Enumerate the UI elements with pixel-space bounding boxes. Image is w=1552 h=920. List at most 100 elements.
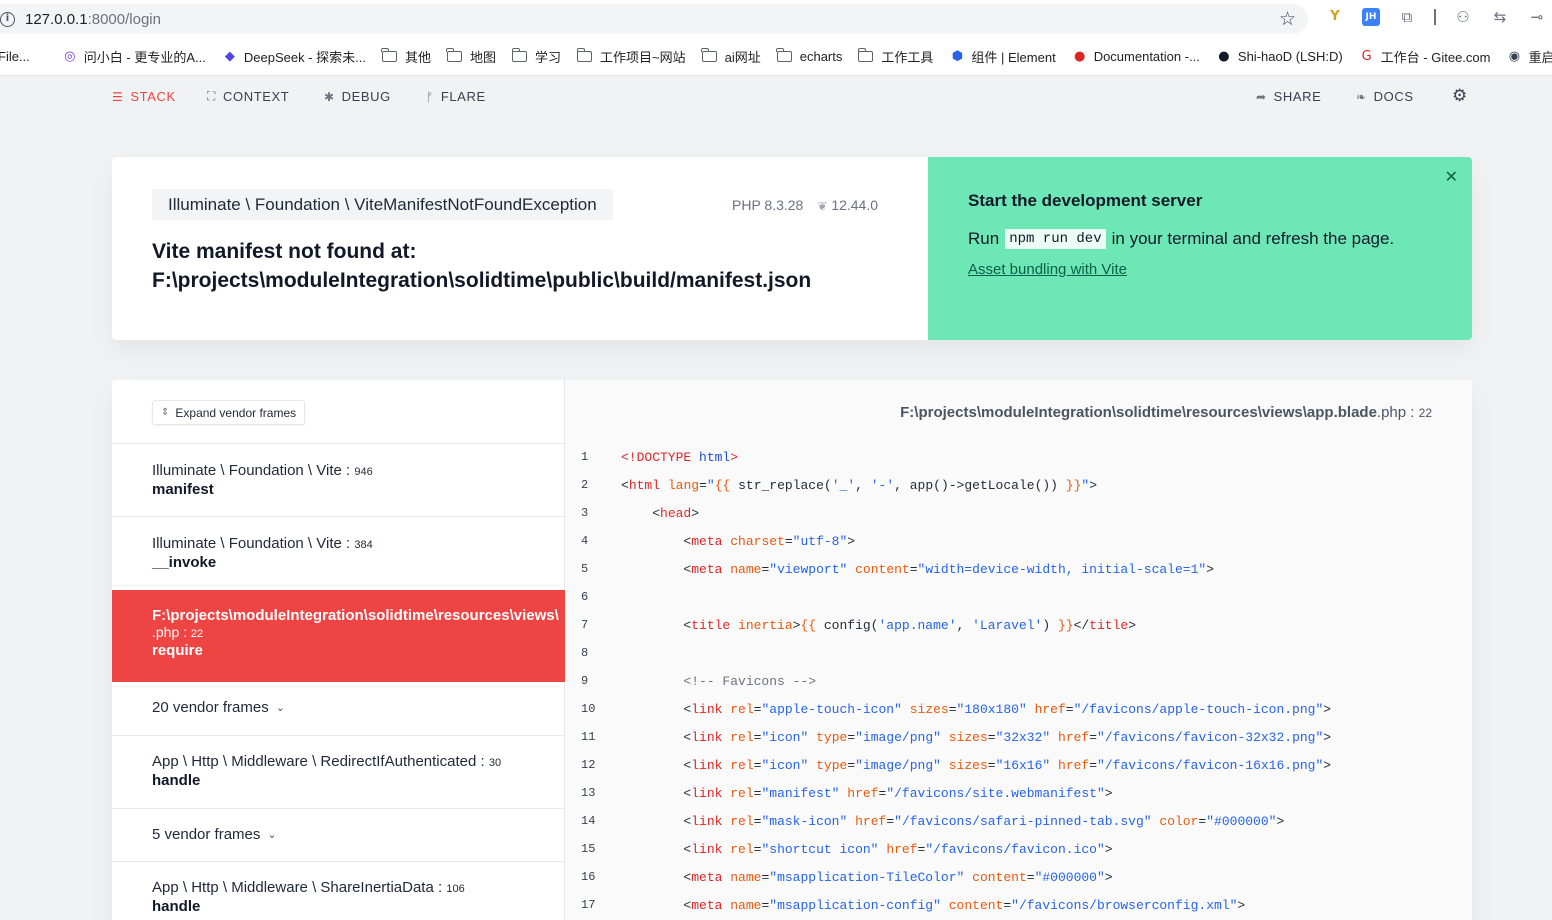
chevron-down-icon: ⌄	[267, 828, 277, 841]
folder-icon	[511, 48, 527, 62]
chat-bubble-icon: ◎	[64, 48, 76, 64]
line-number: 17	[581, 898, 596, 912]
docs-icon: ❧	[1356, 89, 1367, 104]
bookmark-item[interactable]: echarts	[776, 48, 842, 64]
nav-context-label: CONTEXT	[223, 89, 290, 104]
bookmark-item[interactable]: 工作项目~网站	[576, 47, 686, 66]
bookmark-label: DeepSeek - 探索未...	[243, 50, 366, 65]
code-line: 7 <title inertia>{{ config('app.name', '…	[565, 611, 1472, 639]
bookmark-item[interactable]: File...	[0, 49, 30, 64]
bookmark-item[interactable]: 工作工具	[857, 47, 934, 66]
error-card: Illuminate \ Foundation \ ViteManifestNo…	[112, 157, 1472, 340]
frame-class: Illuminate \ Foundation \ Vite : 946	[152, 462, 373, 479]
bookmark-label: 重启chro	[1528, 50, 1552, 65]
solution-doc-link[interactable]: Asset bundling with Vite	[968, 261, 1127, 278]
vendor-frames-label: 5 vendor frames ⌄	[152, 826, 565, 843]
whale-icon: ◆	[224, 48, 235, 64]
frame-method: handle	[152, 772, 201, 789]
share-icon: ➦	[1256, 89, 1267, 104]
frame-class-name: App \ Http \ Middleware \ RedirectIfAuth…	[152, 753, 477, 770]
bookmark-item[interactable]: ● Shi-haoD (LSH:D)	[1216, 48, 1342, 65]
flare-icon: ᚠ	[426, 89, 434, 104]
solution-body-after: in your terminal and refresh the page.	[1111, 229, 1395, 248]
toolbar-divider	[1434, 9, 1436, 25]
frame-class: App \ Http \ Middleware \ ShareInertiaDa…	[152, 879, 465, 896]
frame-line: 30	[488, 757, 502, 769]
frame-line: 22	[190, 628, 204, 640]
stack-frame[interactable]: App \ Http \ Middleware \ RedirectIfAuth…	[112, 735, 565, 808]
address-bar[interactable]: i 127.0.0.1:8000/login ☆	[0, 4, 1308, 34]
bookmark-item[interactable]: ai网址	[701, 47, 761, 66]
bookmark-item[interactable]: 地图	[446, 47, 496, 66]
github-icon: ●	[1218, 48, 1230, 64]
bookmark-item[interactable]: 学习	[511, 47, 561, 66]
vue-devtools-icon[interactable]: Y	[1325, 7, 1345, 27]
folder-icon	[857, 48, 874, 62]
url-host: 127.0.0.1	[25, 10, 88, 28]
bookmark-label: 问小白 - 更专业的A...	[83, 50, 206, 65]
stack-frame[interactable]: Illuminate \ Foundation \ Vite : 384 __i…	[112, 516, 565, 590]
expand-vendor-frames-button[interactable]: ⇕ Expand vendor frames	[152, 400, 306, 425]
stack-frame[interactable]: Illuminate \ Foundation \ Vite : 946 man…	[112, 443, 565, 516]
line-number: 5	[581, 562, 589, 576]
version-info: PHP 8.3.28 ❦ 12.44.0	[732, 197, 878, 213]
link-icon[interactable]: ⊸	[1527, 7, 1547, 27]
folder-icon	[776, 48, 792, 62]
code-line: 9 <!-- Favicons -->	[565, 667, 1472, 695]
error-message: Vite manifest not found at: F:\projects\…	[152, 237, 912, 295]
line-number: 1	[581, 450, 589, 464]
ignition-nav: ☰ STACK ⛶ CONTEXT ✱ DEBUG ᚠ FLARE ➦ SHARE ❧ DO…	[0, 77, 1552, 117]
bookmark-label: 工作工具	[881, 50, 934, 65]
vendor-frames-count: 20 vendor frames	[152, 699, 269, 716]
code-line: 11 <link rel="icon" type="image/png" siz…	[565, 723, 1472, 751]
bookmark-item[interactable]: G 工作台 - Gitee.com	[1359, 47, 1491, 66]
code-file-line: 22	[1418, 406, 1432, 420]
bookmark-item[interactable]: ◆ DeepSeek - 探索未...	[222, 47, 366, 66]
vendor-frames-label: 20 vendor frames ⌄	[152, 699, 565, 716]
nav-debug[interactable]: ✱ DEBUG	[324, 89, 391, 104]
close-icon[interactable]: ✕	[1445, 167, 1458, 186]
code-line: 16 <meta name="msapplication-TileColor" …	[565, 863, 1472, 891]
code-line: 6	[565, 583, 1472, 611]
frame-class-ext: .php : 22	[152, 624, 204, 640]
nav-stack[interactable]: ☰ STACK	[112, 89, 176, 104]
jh-extension-icon[interactable]: JH	[1362, 8, 1380, 26]
stack-frame[interactable]: App \ Http \ Middleware \ ShareInertiaDa…	[112, 861, 565, 920]
settings-button[interactable]: ⚙	[1452, 86, 1475, 106]
bookmark-item[interactable]: ◉ 重启chro	[1506, 47, 1552, 66]
bookmark-star-icon[interactable]: ☆	[1279, 8, 1296, 31]
vendor-frames-toggle[interactable]: 5 vendor frames ⌄	[112, 808, 565, 861]
extension-icons: Y JH ⧉ ⚇ ⇆ ⊸	[1325, 7, 1552, 27]
line-number: 2	[581, 478, 589, 492]
browser-address-row: i 127.0.0.1:8000/login ☆ Y JH ⧉ ⚇ ⇆ ⊸	[0, 0, 1552, 38]
code-file-ext: .php	[1376, 404, 1407, 421]
stack-frame-active[interactable]: F:\projects\moduleIntegration\solidtime\…	[112, 590, 565, 682]
expand-icon: ⇕	[161, 407, 170, 418]
code-file-path[interactable]: F:\projects\moduleIntegration\solidtime\…	[900, 404, 1432, 421]
bookmark-item[interactable]: ◎ 问小白 - 更专业的A...	[62, 47, 206, 66]
bookmark-item[interactable]: ● Documentation -...	[1072, 49, 1200, 65]
nav-flare[interactable]: ᚠ FLARE	[426, 89, 486, 104]
line-number: 16	[581, 870, 596, 884]
frame-class: Illuminate \ Foundation \ Vite : 384	[152, 535, 373, 552]
bookmark-item[interactable]: 其他	[381, 47, 431, 66]
folder-icon	[701, 48, 717, 62]
url-path: :8000/login	[87, 10, 161, 28]
line-number: 14	[581, 814, 596, 828]
line-number: 13	[581, 786, 596, 800]
nav-docs-label: DOCS	[1373, 89, 1414, 104]
nav-share[interactable]: ➦ SHARE	[1256, 89, 1321, 104]
url-text[interactable]: 127.0.0.1:8000/login	[25, 11, 161, 28]
vendor-frames-toggle[interactable]: 20 vendor frames ⌄	[112, 682, 565, 735]
bookmark-item[interactable]: ⬢ 组件 | Element	[949, 47, 1056, 66]
nav-docs[interactable]: ❧ DOCS	[1356, 89, 1414, 104]
profile-icon[interactable]: ⚇	[1453, 7, 1473, 27]
bookmark-label: ai网址	[724, 50, 761, 65]
bookmark-label: File...	[0, 49, 30, 64]
translate-icon[interactable]: ⇆	[1490, 7, 1510, 27]
code-line: 17 <meta name="msapplication-config" con…	[565, 891, 1472, 919]
nav-context[interactable]: ⛶ CONTEXT	[207, 89, 289, 104]
puzzle-extensions-icon[interactable]: ⧉	[1397, 7, 1417, 27]
code-lines: 1 <!DOCTYPE html> 2 <html lang="{{ str_rep…	[565, 443, 1472, 919]
info-icon[interactable]: i	[0, 11, 15, 27]
